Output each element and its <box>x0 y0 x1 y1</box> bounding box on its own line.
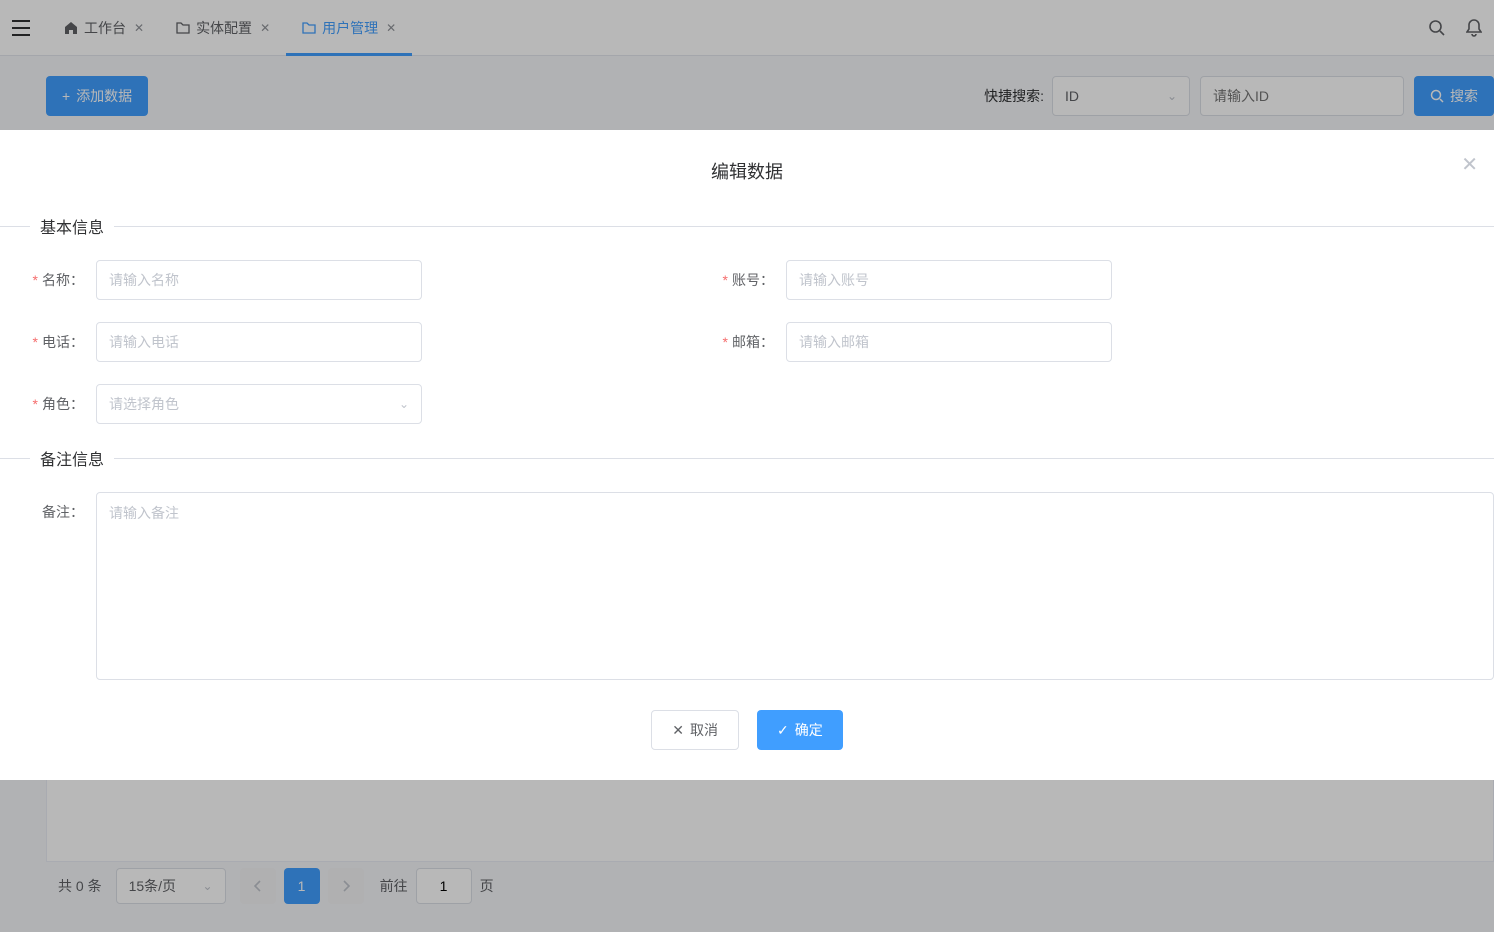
phone-label: *电话： <box>0 332 96 352</box>
chevron-down-icon: ⌄ <box>399 397 409 411</box>
name-input[interactable] <box>96 260 422 300</box>
cancel-label: 取消 <box>690 720 718 740</box>
role-select[interactable]: 请选择角色 ⌄ <box>96 384 422 424</box>
account-label: *账号： <box>690 270 786 290</box>
role-label: *角色： <box>0 394 96 414</box>
phone-input[interactable] <box>96 322 422 362</box>
close-icon[interactable]: ✕ <box>1461 152 1478 177</box>
cancel-button[interactable]: ✕ 取消 <box>651 710 739 750</box>
check-icon: ✓ <box>777 722 789 739</box>
remark-textarea[interactable] <box>96 492 1494 680</box>
name-label: *名称： <box>0 270 96 290</box>
email-input[interactable] <box>786 322 1112 362</box>
account-input[interactable] <box>786 260 1112 300</box>
role-placeholder: 请选择角色 <box>109 394 179 414</box>
email-label: *邮箱： <box>690 332 786 352</box>
modal-title: 编辑数据 <box>0 158 1494 184</box>
remark-label: 备注： <box>0 492 96 522</box>
section-basic-info: 基本信息 <box>0 214 1494 238</box>
confirm-button[interactable]: ✓ 确定 <box>757 710 843 750</box>
section-remark-info: 备注信息 <box>0 446 1494 470</box>
close-icon: ✕ <box>672 722 684 739</box>
edit-data-modal: 编辑数据 ✕ 基本信息 *名称： *账号： *电话： *邮箱： *角色： 请选择… <box>0 130 1494 780</box>
confirm-label: 确定 <box>795 720 823 740</box>
